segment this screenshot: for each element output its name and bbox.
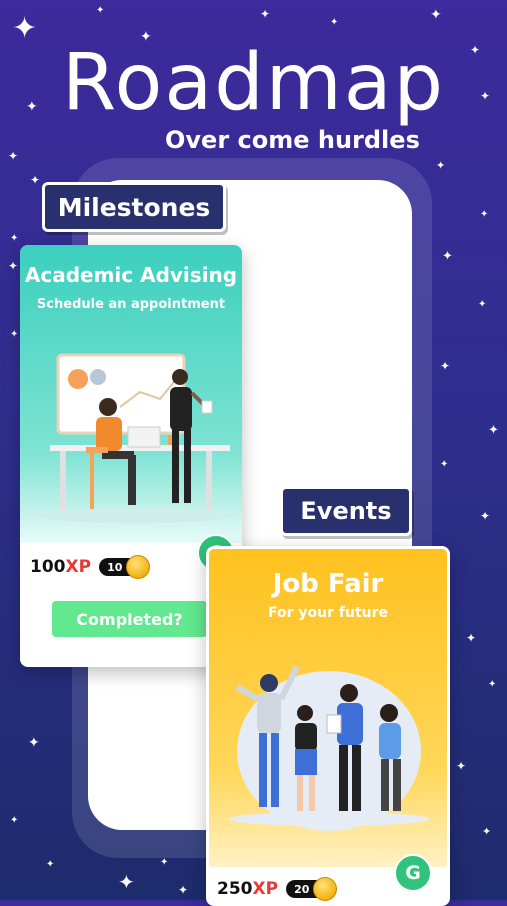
event-coin-value: 20 bbox=[294, 882, 310, 896]
event-xp-value: 250 bbox=[217, 879, 253, 899]
star-icon: ✦ bbox=[96, 5, 105, 16]
milestone-card-hero: Academic Advising Schedule an appointmen… bbox=[20, 245, 242, 543]
star-icon: ✦ bbox=[482, 825, 492, 838]
star-icon: ✦ bbox=[456, 759, 467, 773]
star-icon: ✦ bbox=[330, 17, 339, 28]
milestone-xp-value: 100 bbox=[30, 557, 66, 577]
event-g-badge-letter: G bbox=[405, 862, 421, 884]
milestone-coin-value: 10 bbox=[107, 560, 123, 574]
star-icon: ✦ bbox=[440, 359, 451, 373]
coin-icon bbox=[126, 555, 151, 579]
star-icon: ✦ bbox=[442, 249, 453, 264]
event-subtitle: For your future bbox=[268, 605, 388, 621]
star-icon: ✦ bbox=[478, 299, 487, 310]
event-xp-unit: XP bbox=[252, 879, 279, 899]
event-title: Job Fair bbox=[272, 569, 384, 599]
star-icon: ✦ bbox=[466, 631, 477, 645]
star-icon: ✦ bbox=[160, 857, 169, 868]
advising-illustration bbox=[35, 353, 235, 523]
milestone-reward: 100 XP 10 bbox=[30, 555, 151, 579]
star-icon: ✦ bbox=[480, 509, 491, 523]
star-icon: ✦ bbox=[30, 173, 41, 187]
star-icon: ✦ bbox=[8, 149, 19, 163]
event-card-hero: Job Fair For your future bbox=[209, 549, 447, 867]
milestone-coin-count: 10 bbox=[99, 555, 151, 579]
star-icon: ✦ bbox=[46, 859, 55, 870]
event-reward: 250 XP 20 bbox=[217, 877, 338, 901]
coin-icon bbox=[313, 877, 338, 901]
milestone-subtitle: Schedule an appointment bbox=[36, 297, 226, 312]
star-icon: ✦ bbox=[260, 7, 271, 21]
star-icon: ✦ bbox=[440, 459, 449, 470]
star-icon: ✦ bbox=[488, 423, 499, 438]
completed-button[interactable]: Completed? bbox=[52, 601, 207, 637]
star-icon: ✦ bbox=[118, 870, 135, 894]
milestones-tag: Milestones bbox=[42, 182, 226, 232]
job-fair-illustration bbox=[229, 665, 429, 831]
star-icon: ✦ bbox=[436, 159, 446, 172]
star-icon: ✦ bbox=[8, 259, 19, 273]
event-g-badge-icon[interactable]: G bbox=[394, 854, 432, 892]
star-icon: ✦ bbox=[178, 883, 189, 897]
events-tag: Events bbox=[280, 486, 412, 536]
event-card[interactable]: Job Fair For your future 250 XP 20 bbox=[206, 546, 450, 906]
star-icon: ✦ bbox=[10, 815, 19, 826]
star-icon: ✦ bbox=[480, 209, 489, 220]
milestones-tag-label: Milestones bbox=[57, 192, 211, 222]
star-icon: ✦ bbox=[10, 233, 19, 244]
milestone-xp-unit: XP bbox=[65, 557, 92, 577]
page-title: Roadmap bbox=[61, 38, 445, 128]
star-icon: ✦ bbox=[28, 735, 40, 751]
star-icon: ✦ bbox=[430, 7, 442, 23]
event-coin-count: 20 bbox=[286, 877, 338, 901]
star-icon: ✦ bbox=[488, 679, 497, 690]
events-tag-label: Events bbox=[300, 497, 392, 525]
star-icon: ✦ bbox=[10, 329, 19, 340]
milestone-title: Academic Advising bbox=[24, 263, 238, 287]
page-subtitle: Over come hurdles bbox=[165, 126, 420, 154]
